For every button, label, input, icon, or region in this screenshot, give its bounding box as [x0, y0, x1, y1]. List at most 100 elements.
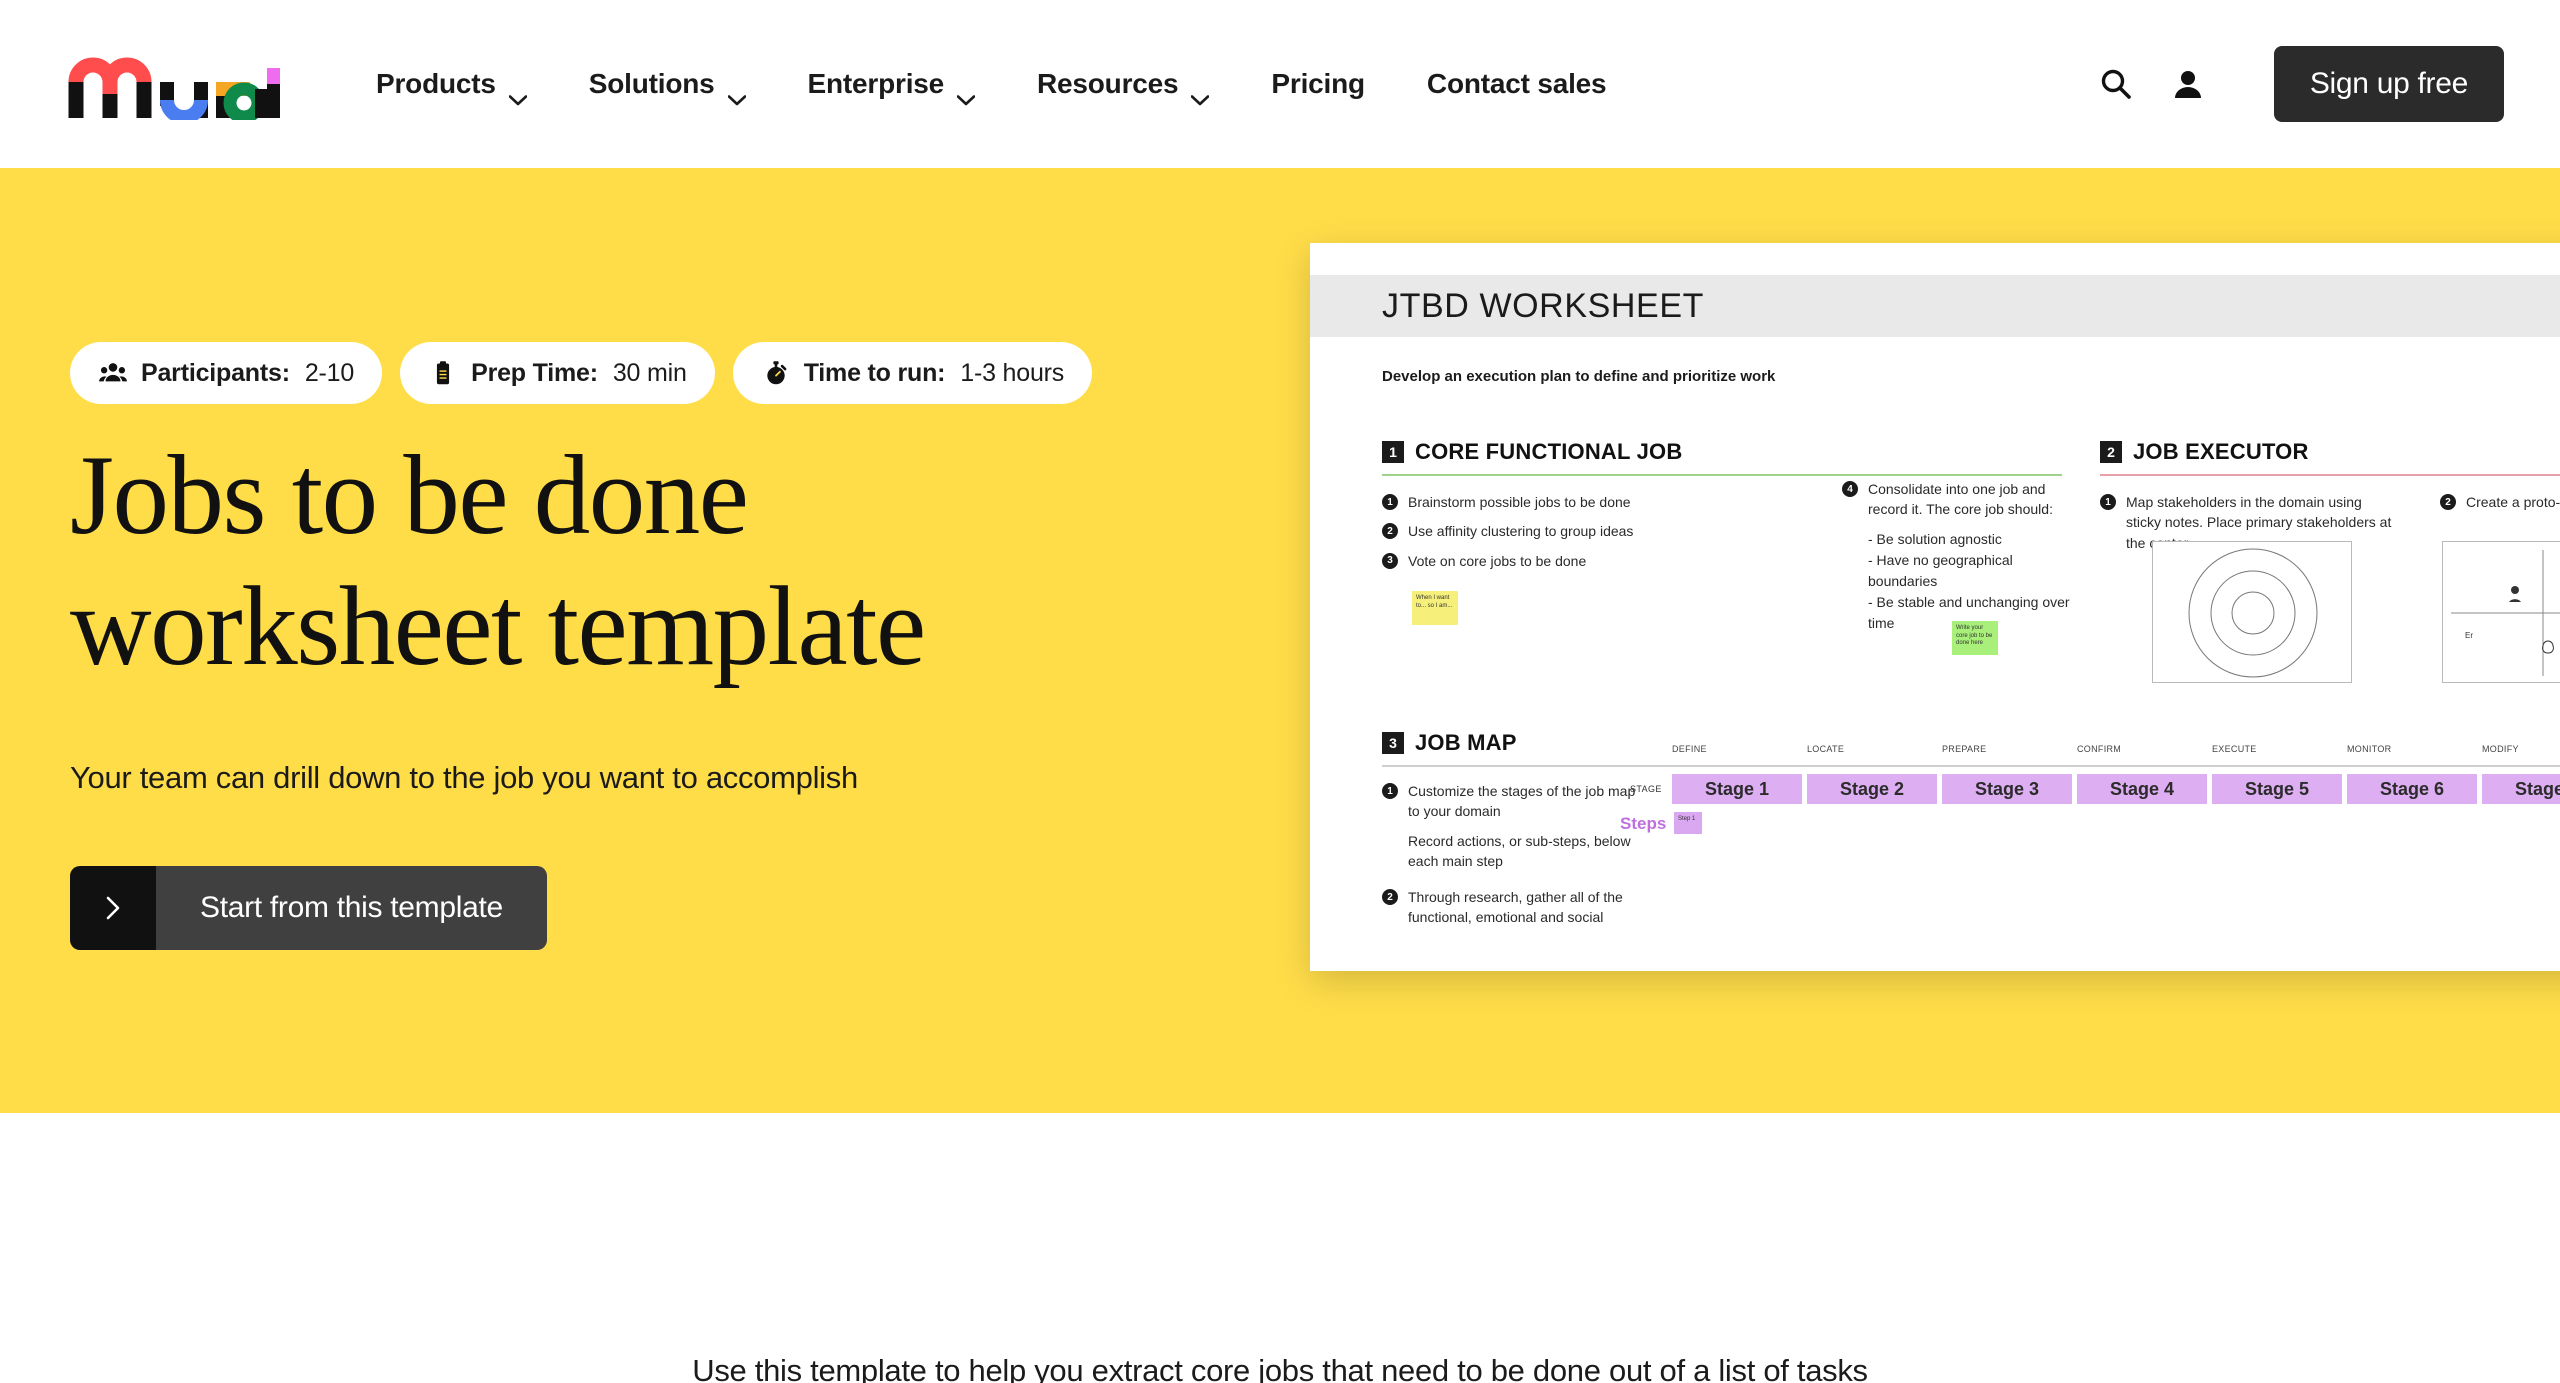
steps-row-label: Steps	[1620, 814, 1667, 833]
intro-paragraph: Use this template to help you extract co…	[692, 1353, 1868, 1383]
stage-cell[interactable]: Stage 2	[1807, 774, 1937, 804]
job-map-instructions: 1 Customize the stages of the job map to …	[1382, 781, 1637, 928]
worksheet-section-job-executor: 2 JOB EXECUTOR 1 Map stakeholders in the …	[2100, 439, 2560, 683]
stage-phase-label: LOCATE	[1807, 744, 1845, 754]
site-header: Products Solutions Enterprise Resources …	[0, 0, 2560, 168]
nav-label: Contact sales	[1426, 68, 1607, 99]
nav-item-enterprise[interactable]: Enterprise	[777, 68, 1007, 105]
stage-cell[interactable]: Stage 7	[2482, 774, 2560, 804]
sticky-note[interactable]: Write your core job to be done here	[1952, 621, 1998, 655]
signup-free-button[interactable]: Sign up free	[2273, 46, 2504, 122]
badge-prep-time: Prep Time: 30 min	[400, 342, 715, 404]
search-icon[interactable]	[2080, 48, 2152, 120]
svg-text:Er: Er	[2465, 631, 2473, 640]
cta-label: Start from this template	[156, 866, 547, 951]
list-item: 4 Consolidate into one job and record it.…	[1842, 479, 2072, 520]
main-nav: Products Solutions Enterprise Resources …	[345, 0, 1637, 168]
stage-row: Stage 1 Stage 2 Stage 3 Stage 4 Stage 5 …	[1672, 774, 2560, 804]
section-number: 1	[1382, 441, 1404, 463]
stage-cell[interactable]: Stage 6	[2347, 774, 2477, 804]
proto-persona-canvas[interactable]: Er	[2442, 541, 2560, 683]
nav-item-products[interactable]: Products	[345, 68, 558, 105]
nav-label: Pricing	[1271, 68, 1365, 99]
step-number: 2	[1382, 889, 1398, 906]
worksheet-section-core-job-detail: 4 Consolidate into one job and record it.…	[1842, 479, 2072, 655]
nav-item-pricing[interactable]: Pricing	[1240, 68, 1396, 100]
section-divider	[2100, 474, 2560, 476]
badge-time-to-run: Time to run: 1-3 hours	[732, 342, 1093, 404]
section-number: 2	[2100, 441, 2122, 463]
section-title: JOB MAP	[1415, 730, 1517, 755]
stage-phase-label: DEFINE	[1672, 744, 1707, 754]
step-text: Consolidate into one job and record it. …	[1868, 481, 2053, 518]
badge-label: Prep Time:	[471, 358, 598, 387]
mural-logo[interactable]	[68, 48, 280, 124]
badge-value: 1-3 hours	[960, 358, 1065, 387]
badge-label: Participants:	[141, 358, 290, 387]
list-item: 2 Through research, gather all of the fun…	[1382, 887, 1637, 928]
nav-label: Products	[376, 68, 496, 99]
sticky-note[interactable]: When I want to... so I am...	[1412, 591, 1458, 625]
badge-value: 30 min	[612, 358, 687, 387]
section-title: JOB EXECUTOR	[2133, 439, 2309, 464]
badge-value: 2-10	[304, 358, 355, 387]
step-number: 4	[1842, 481, 1858, 497]
worksheet-subtitle: Develop an execution plan to define and …	[1382, 368, 1776, 385]
chevron-down-icon	[1191, 81, 1210, 105]
stage-phase-label: PREPARE	[1942, 744, 1987, 754]
section-number: 3	[1382, 732, 1404, 754]
step-text: Record actions, or sub-steps, below each…	[1408, 832, 1631, 869]
stage-phase-label: MODIFY	[2482, 744, 2519, 754]
badge-participants: Participants: 2-10	[70, 342, 383, 404]
section-header: 1 CORE FUNCTIONAL JOB	[1382, 439, 2062, 465]
start-from-template-button[interactable]: Start from this template	[70, 866, 547, 951]
stage-cell[interactable]: Stage 4	[2077, 774, 2207, 804]
chevron-down-icon	[956, 81, 976, 105]
step-text: Use affinity clustering to group ideas	[1408, 523, 1634, 540]
step-text: Customize the stages of the job map to y…	[1408, 783, 1636, 820]
stage-cell[interactable]: Stage 5	[2212, 774, 2342, 804]
detail-bullet: - Be solution agnostic	[1868, 530, 2002, 547]
chevron-down-icon	[508, 81, 528, 105]
step-number: 2	[2440, 494, 2456, 510]
stopwatch-icon	[761, 358, 791, 388]
page-title: Jobs to be done worksheet template	[70, 433, 926, 690]
hero-subtitle: Your team can drill down to the job you …	[70, 760, 858, 796]
person-icon[interactable]	[2152, 48, 2224, 120]
stage-phase-label: CONFIRM	[2077, 744, 2122, 754]
list-item: Record actions, or sub-steps, below each…	[1408, 831, 1637, 872]
nav-item-solutions[interactable]: Solutions	[558, 68, 777, 105]
stage-cell[interactable]: Stage 3	[1942, 774, 2072, 804]
chevron-right-icon	[70, 866, 156, 951]
people-icon	[98, 358, 128, 388]
badge-label: Time to run:	[803, 358, 946, 387]
step-number: 2	[1382, 523, 1398, 540]
stage-row-label: STAGE	[1630, 784, 1662, 794]
step-text: Brainstorm possible jobs to be done	[1408, 494, 1631, 510]
nav-label: Solutions	[588, 68, 715, 99]
template-meta-badges: Participants: 2-10 Prep Time: 30 min Tim…	[70, 342, 1250, 404]
section-title: CORE FUNCTIONAL JOB	[1415, 439, 1683, 464]
hero-section: Participants: 2-10 Prep Time: 30 min Tim…	[0, 168, 2560, 1113]
template-preview[interactable]: JTBD WORKSHEET Develop an execution plan…	[1310, 243, 2560, 971]
step-number: 3	[1382, 552, 1398, 569]
worksheet-title: JTBD WORKSHEET	[1382, 287, 1704, 325]
nav-item-contact-sales[interactable]: Contact sales	[1396, 68, 1637, 100]
header-actions: Sign up free	[2080, 0, 2504, 168]
step-number: 1	[2100, 494, 2116, 510]
step-number: 1	[1382, 494, 1398, 510]
stage-cell[interactable]: Stage 1	[1672, 774, 1802, 804]
section-header: 2 JOB EXECUTOR	[2100, 439, 2560, 465]
stakeholder-map-canvas[interactable]	[2152, 541, 2352, 683]
list-item: 1 Customize the stages of the job map to …	[1382, 781, 1637, 822]
nav-label: Resources	[1037, 68, 1179, 99]
worksheet-section-job-map: 3 JOB MAP 1 Customize the stages of the j…	[1382, 730, 2560, 937]
detail-bullet: - Have no geographical boundaries	[1868, 551, 2013, 589]
clipboard-icon	[428, 358, 458, 388]
step-text: Through research, gather all of the func…	[1408, 889, 1623, 926]
chevron-down-icon	[727, 81, 746, 105]
section-divider	[1382, 474, 2062, 476]
nav-item-resources[interactable]: Resources	[1006, 68, 1240, 105]
section-divider	[1382, 765, 2560, 767]
sticky-note[interactable]: Step 1	[1674, 812, 1702, 834]
